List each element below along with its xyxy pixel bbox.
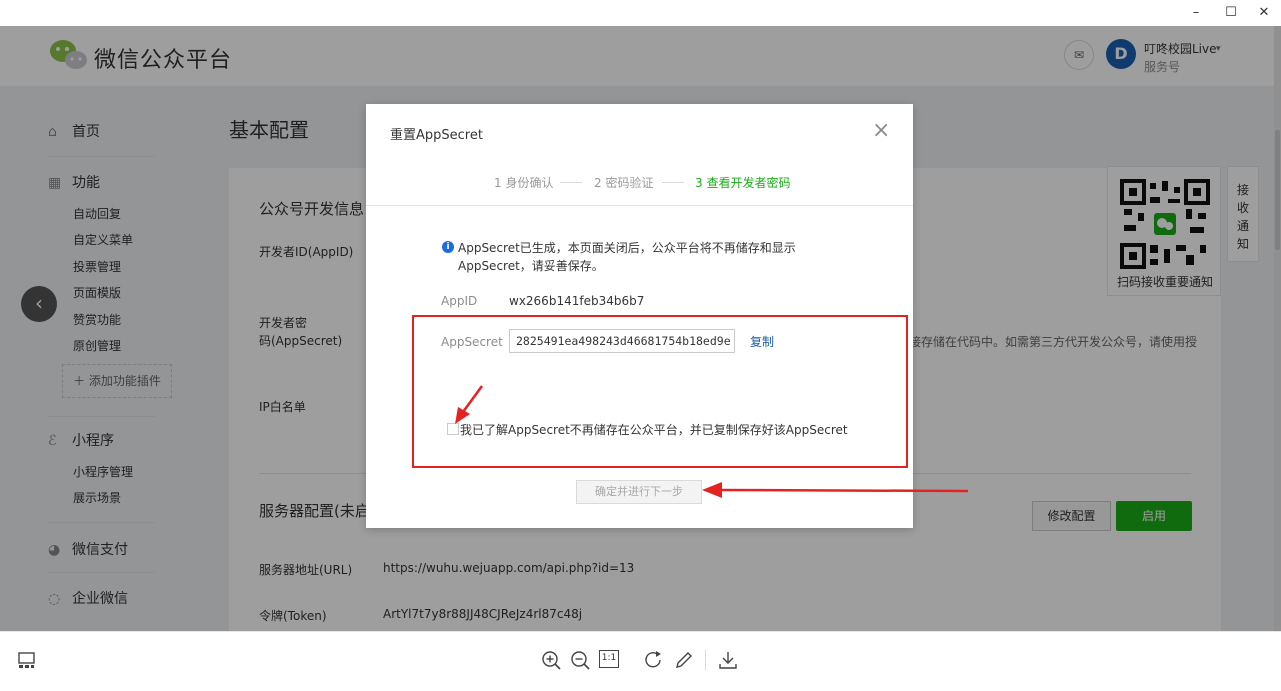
download-icon[interactable]: [717, 649, 739, 671]
minimize-button[interactable]: –: [1186, 3, 1206, 23]
close-window-button[interactable]: ✕: [1254, 3, 1274, 23]
annotation-highlight-box: [412, 315, 908, 468]
viewer-toolbar: 1:1: [0, 631, 1281, 691]
step-connector: [662, 182, 684, 183]
step-view-secret: 3 查看开发者密码: [695, 176, 791, 190]
dialog-title: 重置AppSecret: [390, 128, 483, 143]
step-identity: 1 身份确认: [494, 176, 554, 190]
info-icon: i: [442, 241, 454, 253]
divider: [366, 205, 913, 206]
info-message: AppSecret已生成，本页面关闭后，公众平台将不再储存和显示AppSecre…: [458, 241, 796, 273]
confirm-next-button[interactable]: 确定并进行下一步: [576, 480, 702, 504]
window-titlebar: – ☐ ✕: [0, 0, 1281, 26]
appid-value: wx266b141feb34b6b7: [509, 294, 645, 308]
step-password: 2 密码验证: [594, 176, 654, 190]
step-indicator: 1 身份确认 2 密码验证 3 查看开发者密码: [366, 174, 913, 194]
thumbnail-toggle-icon[interactable]: [16, 649, 38, 671]
rotate-icon[interactable]: [643, 649, 665, 671]
actual-size-button[interactable]: 1:1: [599, 650, 619, 668]
step-connector: [560, 182, 582, 183]
edit-pencil-icon[interactable]: [673, 649, 695, 671]
divider: [705, 650, 706, 670]
zoom-in-icon[interactable]: [540, 649, 562, 671]
zoom-out-icon[interactable]: [569, 649, 591, 671]
appid-label: AppID: [441, 294, 478, 308]
maximize-button[interactable]: ☐: [1221, 3, 1241, 23]
close-icon[interactable]: ×: [872, 120, 890, 142]
